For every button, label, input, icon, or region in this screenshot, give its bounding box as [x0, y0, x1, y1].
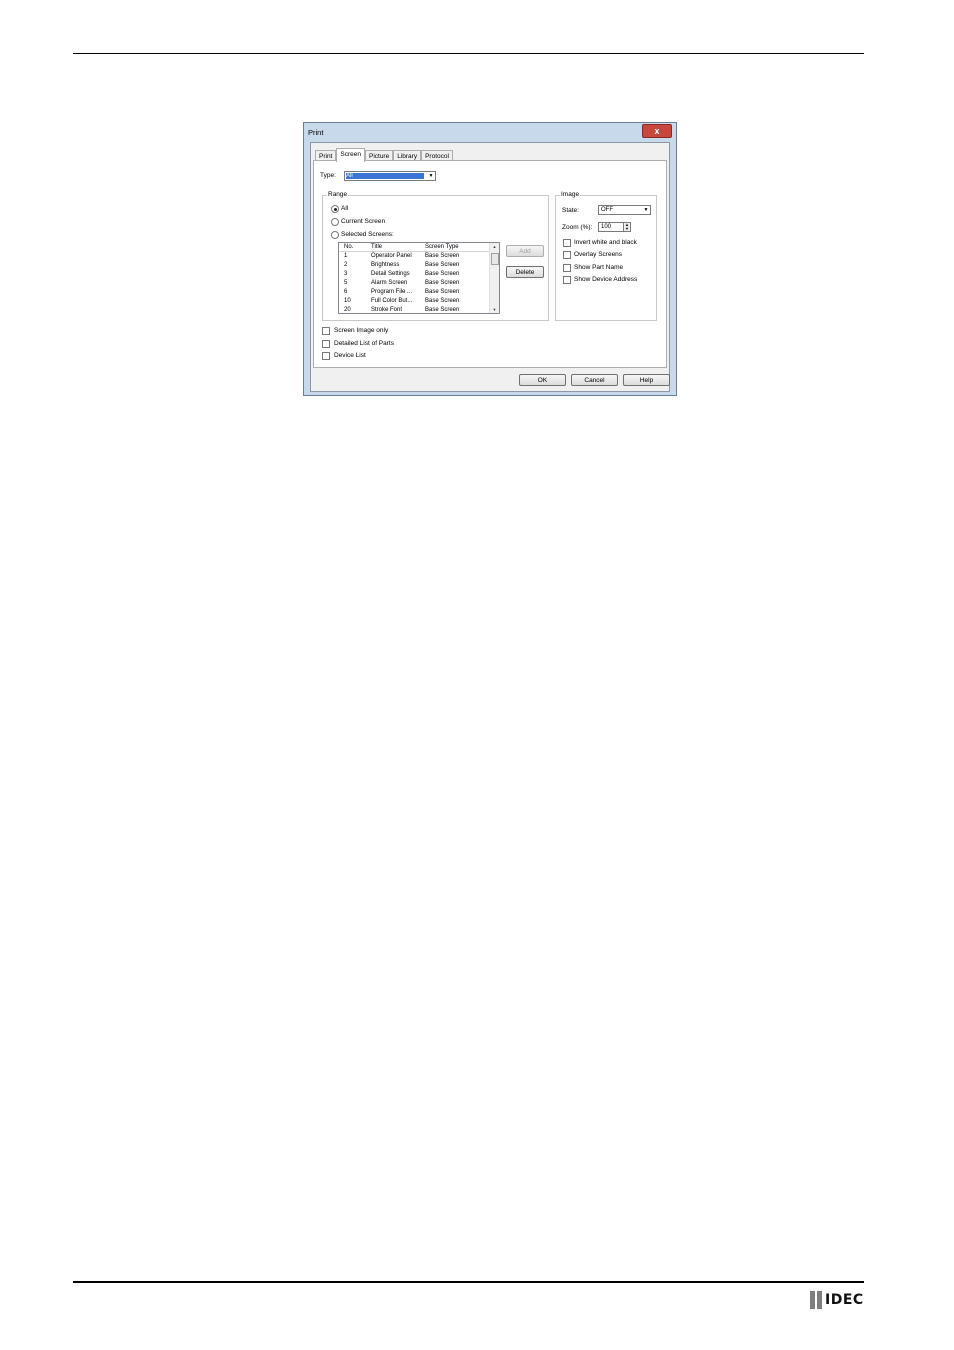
table-row[interactable]: 20 Stroke Font Base Screen [339, 306, 489, 313]
range-all-radio[interactable] [331, 205, 339, 213]
column-header-screen-type[interactable]: Screen Type [425, 243, 459, 251]
tab-screen[interactable]: Screen [336, 148, 365, 162]
type-select[interactable]: All ▼ [344, 171, 436, 181]
zoom-label: Zoom (%): [562, 224, 593, 231]
row-title: Operator Panel [371, 253, 412, 259]
print-dialog: Print x Print Screen Picture Library Pro… [303, 122, 677, 396]
header-rule [73, 53, 864, 54]
zoom-value: 100 [601, 224, 612, 230]
zoom-field[interactable]: 100 [598, 222, 624, 232]
range-selected-radio[interactable] [331, 231, 339, 239]
row-no: 3 [344, 271, 348, 277]
table-row[interactable]: 5 Alarm Screen Base Screen [339, 279, 489, 288]
state-select[interactable]: OFF ▼ [598, 205, 651, 215]
scroll-down-icon[interactable]: ▼ [490, 307, 499, 312]
device-address-label: Show Device Address [574, 276, 638, 283]
invert-checkbox[interactable] [563, 239, 571, 247]
row-screen-type: Base Screen [425, 253, 460, 259]
device-list-checkbox[interactable] [322, 352, 330, 360]
idec-logo-icon [810, 1291, 822, 1309]
row-no: 10 [344, 298, 351, 304]
add-button[interactable]: Add [506, 245, 544, 257]
list-scrollbar[interactable]: ▲ ▼ [489, 243, 499, 313]
row-no: 5 [344, 280, 348, 286]
table-row[interactable]: 1 Operator Panel Base Screen [339, 252, 489, 261]
range-all-label: All [341, 205, 349, 212]
scroll-thumb[interactable] [491, 253, 499, 265]
title-bar: Print x [304, 123, 676, 141]
cancel-button[interactable]: Cancel [571, 374, 618, 386]
detailed-list-checkbox[interactable] [322, 340, 330, 348]
dialog-title: Print [308, 128, 324, 137]
type-value: All [346, 173, 424, 179]
range-selected-label: Selected Screens: [341, 231, 394, 238]
spin-down-icon[interactable]: ▼ [624, 227, 630, 231]
row-screen-type: Base Screen [425, 289, 460, 295]
overlay-label: Overlay Screens [574, 251, 623, 258]
image-group: Image State: OFF ▼ Zoom (%): 100 ▲ ▼ Inv… [555, 191, 657, 321]
range-group: Range All Current Screen Selected Screen… [322, 191, 549, 321]
device-address-checkbox[interactable] [563, 276, 571, 284]
range-current-radio[interactable] [331, 218, 339, 226]
row-no: 1 [344, 253, 348, 259]
zoom-spinner[interactable]: ▲ ▼ [623, 222, 631, 232]
scroll-up-icon[interactable]: ▲ [490, 244, 499, 249]
row-screen-type: Base Screen [425, 271, 460, 277]
part-name-checkbox[interactable] [563, 264, 571, 272]
detailed-list-label: Detailed List of Parts [334, 340, 394, 347]
chevron-down-icon: ▼ [428, 173, 434, 179]
part-name-label: Show Part Name [574, 264, 624, 271]
invert-label: Invert white and black [574, 239, 637, 246]
row-title: Alarm Screen [371, 280, 408, 286]
row-no: 20 [344, 307, 351, 313]
row-title: Program File ... [371, 289, 413, 295]
device-list-label: Device List [334, 352, 366, 359]
range-group-title: Range [327, 191, 349, 198]
row-title: Brightness [371, 262, 400, 268]
table-row[interactable]: 2 Brightness Base Screen [339, 261, 489, 270]
row-no: 2 [344, 262, 348, 268]
table-row[interactable]: 3 Detail Settings Base Screen [339, 270, 489, 279]
state-label: State: [562, 207, 579, 214]
type-label: Type: [320, 172, 336, 179]
column-header-title[interactable]: Title [371, 243, 382, 251]
image-group-title: Image [560, 191, 581, 198]
row-title: Detail Settings [371, 271, 410, 277]
table-row[interactable]: 10 Full Color But... Base Screen [339, 297, 489, 306]
column-header-no[interactable]: No. [344, 243, 353, 251]
row-screen-type: Base Screen [425, 262, 460, 268]
list-header: No. Title Screen Type [339, 243, 499, 252]
dialog-client: Print Screen Picture Library Protocol Ty… [310, 142, 670, 392]
close-button[interactable]: x [642, 124, 672, 138]
delete-button[interactable]: Delete [506, 266, 544, 278]
row-title: Full Color But... [371, 298, 413, 304]
screen-image-only-label: Screen Image only [334, 327, 389, 334]
overlay-checkbox[interactable] [563, 251, 571, 259]
table-row[interactable]: 6 Program File ... Base Screen [339, 288, 489, 297]
idec-logo-text: IDEC [825, 1292, 864, 1308]
range-current-label: Current Screen [341, 218, 386, 225]
state-value: OFF [601, 207, 613, 213]
row-no: 6 [344, 289, 348, 295]
screen-image-only-checkbox[interactable] [322, 327, 330, 335]
screens-list[interactable]: No. Title Screen Type 1 Operator Panel Bas… [338, 242, 500, 314]
footer-rule [73, 1281, 864, 1283]
row-screen-type: Base Screen [425, 307, 460, 313]
screen-tab-page: Type: All ▼ Range All Current Screen Sel… [313, 160, 667, 368]
ok-button[interactable]: OK [519, 374, 566, 386]
row-screen-type: Base Screen [425, 280, 460, 286]
idec-logo: IDEC [810, 1291, 864, 1309]
row-title: Stroke Font [371, 307, 403, 313]
row-screen-type: Base Screen [425, 298, 460, 304]
help-button[interactable]: Help [623, 374, 670, 386]
chevron-down-icon: ▼ [643, 207, 649, 213]
